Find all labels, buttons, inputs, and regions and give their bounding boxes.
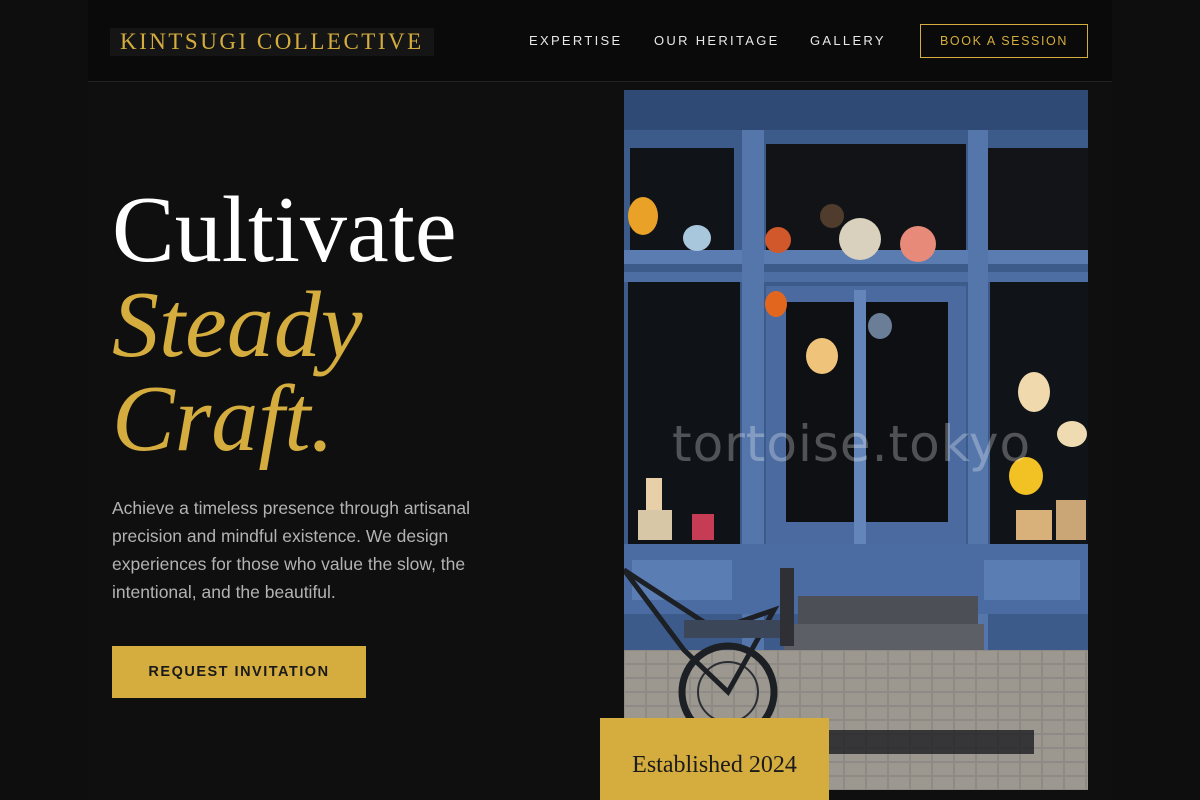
site-header: KINTSUGI COLLECTIVE EXPERTISE OUR HERITA… [88,0,1112,82]
nav-link-expertise[interactable]: EXPERTISE [529,33,622,49]
hero-title-line-2: Steady [112,273,363,377]
hero-title-line-1: Cultivate [112,178,457,282]
hero-description: Achieve a timeless presence through arti… [112,498,470,602]
photo-watermark: tortoise.tokyo [672,415,1032,473]
hero-title-line-3: Craft. [112,367,335,471]
request-invitation-button[interactable]: REQUEST INVITATION [112,646,366,698]
storefront-photo: tortoise.tokyo [624,90,1088,790]
nav-link-our-heritage[interactable]: OUR HERITAGE [654,33,780,49]
nav-link-gallery[interactable]: GALLERY [810,33,886,49]
brand-logo[interactable]: KINTSUGI COLLECTIVE [110,28,434,56]
established-badge-text: Established 2024 [632,752,797,778]
established-badge: Established 2024 [600,718,829,800]
book-session-button[interactable]: BOOK A SESSION [920,24,1088,58]
